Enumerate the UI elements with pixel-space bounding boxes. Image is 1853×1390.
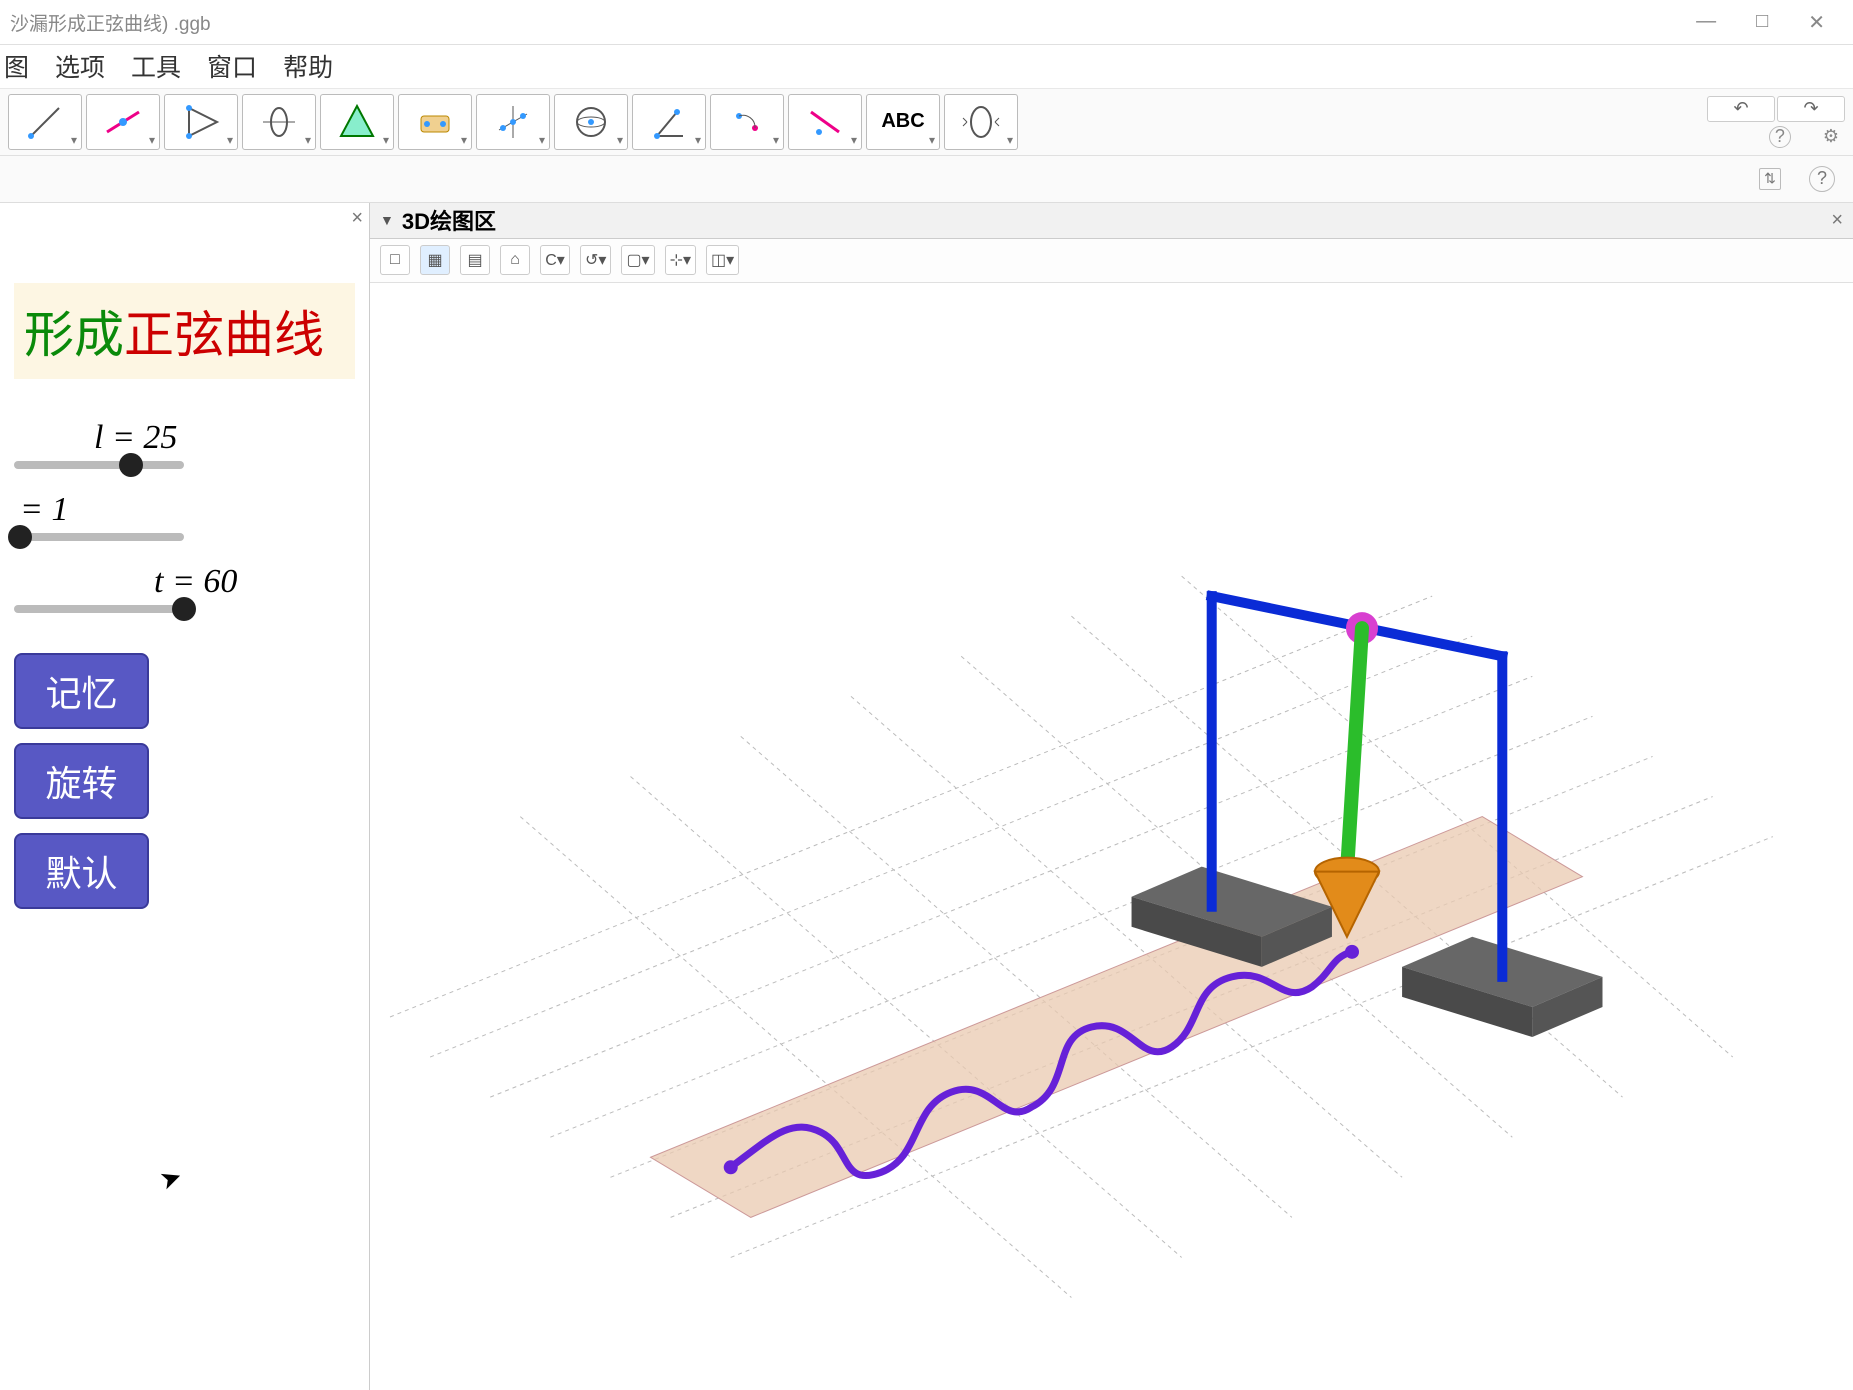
slider-l[interactable] [14, 461, 184, 469]
menu-tools[interactable]: 工具 [131, 48, 181, 84]
3d-panel-title: 3D绘图区 [402, 204, 496, 236]
tool-perpendicular[interactable]: ▾ [242, 94, 316, 150]
collapse-icon[interactable]: ▼ [380, 212, 394, 228]
3d-panel-header: ▼ 3D绘图区 × [370, 203, 1853, 239]
undo-button[interactable]: ↶ [1707, 96, 1775, 122]
tool-text[interactable]: ABC▾ [866, 94, 940, 150]
stb-rotate[interactable]: ↺▾ [580, 245, 611, 275]
cursor-icon: ➤ [155, 1160, 186, 1197]
tool-intersect[interactable]: ▾ [476, 94, 550, 150]
slider-eq-label: = 1 [20, 491, 355, 529]
stb-proj[interactable]: ◫▾ [706, 245, 739, 275]
menubar: 图 选项 工具 窗口 帮助 [0, 45, 1853, 88]
help2-icon[interactable]: ? [1809, 166, 1835, 192]
titlebar: 沙漏形成正弦曲线) .ggb — □ ✕ [0, 0, 1853, 45]
stb-capture[interactable]: C▾ [540, 245, 570, 275]
tool-strip: ▾ ▾ ▾ ▾ ▾ ▾ ▾ ▾ ▾ [0, 89, 1853, 156]
tool-move[interactable]: ▾ [8, 94, 82, 150]
minimize-icon[interactable]: — [1696, 10, 1716, 35]
close-icon[interactable]: ✕ [1808, 10, 1825, 35]
tool-angle[interactable]: ▾ [632, 94, 706, 150]
menu-window[interactable]: 窗口 [207, 48, 257, 84]
3d-view-panel: ▼ 3D绘图区 × □ ▦ ▤ ⌂ C▾ ↺▾ ▢▾ ⊹▾ ◫▾ [370, 203, 1853, 1390]
tool-line[interactable]: ▾ [164, 94, 238, 150]
tool-polygon[interactable]: ▾ [320, 94, 394, 150]
stb-fill[interactable]: ▤ [460, 245, 490, 275]
slider-t-label: t = 60 [154, 563, 355, 601]
stb-plane[interactable]: □ [380, 245, 410, 275]
tool-slider[interactable]: ▾ [788, 94, 862, 150]
tool-reflect[interactable]: ▾ [710, 94, 784, 150]
window-title: 沙漏形成正弦曲线) .ggb [8, 9, 211, 36]
help-icon[interactable]: ? [1769, 126, 1791, 148]
tool-point[interactable]: ▾ [86, 94, 160, 150]
rotate-button[interactable]: 旋转 [14, 743, 149, 819]
panel-close-icon[interactable]: × [1831, 209, 1843, 232]
slider-l-label: l = 25 [94, 419, 355, 457]
menu-view[interactable]: 图 [4, 48, 29, 84]
tool-move-view[interactable]: ▾ [944, 94, 1018, 150]
simulation-title: 形成正弦曲线 [14, 283, 355, 379]
3d-canvas[interactable] [370, 283, 1853, 1390]
stb-clip[interactable]: ▢▾ [621, 245, 654, 275]
maximize-icon[interactable]: □ [1756, 10, 1768, 35]
gear-icon[interactable]: ⚙ [1823, 126, 1839, 148]
stb-cross[interactable]: ⊹▾ [665, 245, 696, 275]
menu-help[interactable]: 帮助 [283, 48, 333, 84]
secondary-bar: ⇅ ? [0, 156, 1853, 203]
sort-icon[interactable]: ⇅ [1759, 168, 1781, 190]
algebra-panel: × 形成正弦曲线 l = 25 = 1 t = 60 [0, 203, 370, 1390]
default-button[interactable]: 默认 [14, 833, 149, 909]
slider-t[interactable] [14, 605, 194, 613]
panel-close-icon[interactable]: × [351, 207, 363, 230]
tool-circle[interactable]: ▾ [398, 94, 472, 150]
tool-sphere[interactable]: ▾ [554, 94, 628, 150]
slider-eq[interactable] [14, 533, 184, 541]
menu-options[interactable]: 选项 [55, 48, 105, 84]
redo-button[interactable]: ↷ [1777, 96, 1845, 122]
memory-button[interactable]: 记忆 [14, 653, 149, 729]
stb-grid[interactable]: ▦ [420, 245, 450, 275]
stb-home[interactable]: ⌂ [500, 245, 530, 275]
3d-sub-toolbar: □ ▦ ▤ ⌂ C▾ ↺▾ ▢▾ ⊹▾ ◫▾ [370, 239, 1853, 283]
